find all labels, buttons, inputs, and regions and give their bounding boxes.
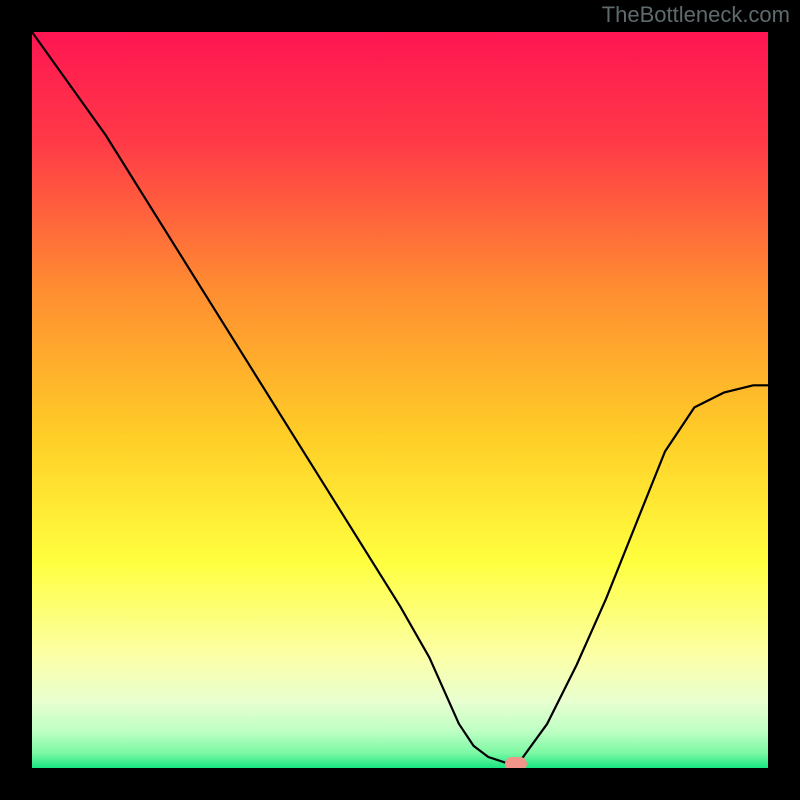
optimal-marker — [505, 757, 527, 768]
watermark-text: TheBottleneck.com — [602, 2, 790, 28]
plot-area — [32, 32, 768, 768]
curve-layer — [32, 32, 768, 768]
chart-frame: TheBottleneck.com — [0, 0, 800, 800]
bottleneck-curve — [32, 32, 768, 764]
